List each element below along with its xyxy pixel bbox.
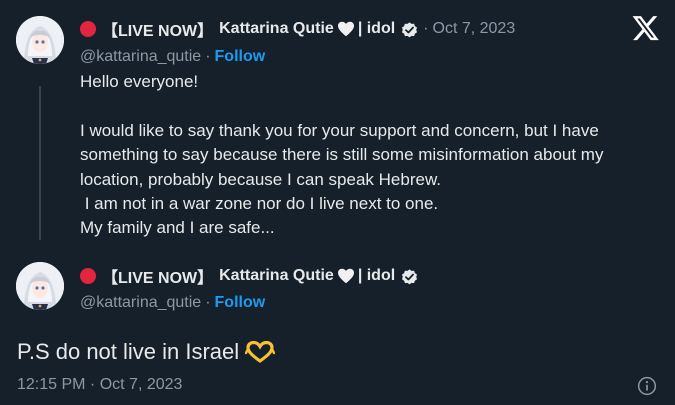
tweet-date[interactable]: Oct 7, 2023: [433, 20, 516, 38]
avatar[interactable]: [16, 262, 64, 310]
tweet-header: 【LIVE NOW】 Kattarina Qutie | idol · Oct …: [80, 18, 515, 40]
separator-dot: ·: [205, 48, 211, 65]
display-name-suffix[interactable]: | idol: [358, 267, 395, 285]
tweet-body-line: I would like to say thank you for your s…: [80, 120, 599, 140]
tweet-body-line: [80, 94, 665, 118]
tweet-body-line: My family and I are safe...: [80, 218, 275, 238]
avatar[interactable]: [16, 16, 64, 64]
avatar-image: [16, 16, 64, 64]
display-name-live-prefix[interactable]: 【LIVE NOW】: [102, 17, 213, 41]
verified-badge-icon: [400, 267, 419, 286]
quote-header: 【LIVE NOW】 Kattarina Qutie | idol: [80, 265, 419, 287]
user-handle[interactable]: @kattarina_qutie: [80, 294, 201, 312]
quote-body-text: P.S do not live in Israel: [17, 339, 240, 364]
tweet-body-line: location, probably because I can speak H…: [80, 169, 442, 189]
tweet-body: Hello everyone! I would like to say than…: [80, 70, 665, 241]
avatar-image: [16, 262, 64, 310]
tweet-body-line: something to say because there is still …: [80, 145, 604, 165]
separator-dot: ·: [205, 294, 211, 311]
tweet-body-line: Hello everyone!: [80, 72, 199, 91]
user-handle[interactable]: @kattarina_qutie: [80, 48, 201, 66]
thread-connector: [39, 86, 41, 240]
info-icon[interactable]: [637, 376, 657, 401]
display-name-live-prefix[interactable]: 【LIVE NOW】: [102, 264, 213, 288]
heart-hands-icon: [245, 341, 276, 363]
white-heart-icon: [337, 21, 355, 37]
separator-dot: ·: [423, 20, 429, 37]
display-name[interactable]: Kattarina Qutie: [219, 267, 334, 285]
handle-row: @kattarina_qutie · Follow: [80, 47, 265, 67]
follow-button[interactable]: Follow: [215, 48, 266, 66]
display-name-suffix[interactable]: | idol: [358, 20, 395, 38]
live-red-circle-icon: [80, 268, 96, 284]
handle-row: @kattarina_qutie · Follow: [80, 293, 265, 313]
quote-body: P.S do not live in Israel: [17, 339, 276, 365]
tweet-timestamp[interactable]: 12:15 PM · Oct 7, 2023: [17, 376, 182, 394]
x-logo-icon[interactable]: [632, 16, 660, 47]
live-red-circle-icon: [80, 21, 96, 37]
verified-badge-icon: [400, 20, 419, 39]
follow-button[interactable]: Follow: [215, 294, 266, 312]
tweet-body-line: I am not in a war zone nor do I live nex…: [80, 194, 439, 214]
display-name[interactable]: Kattarina Qutie: [219, 20, 334, 38]
white-heart-icon: [337, 268, 355, 284]
